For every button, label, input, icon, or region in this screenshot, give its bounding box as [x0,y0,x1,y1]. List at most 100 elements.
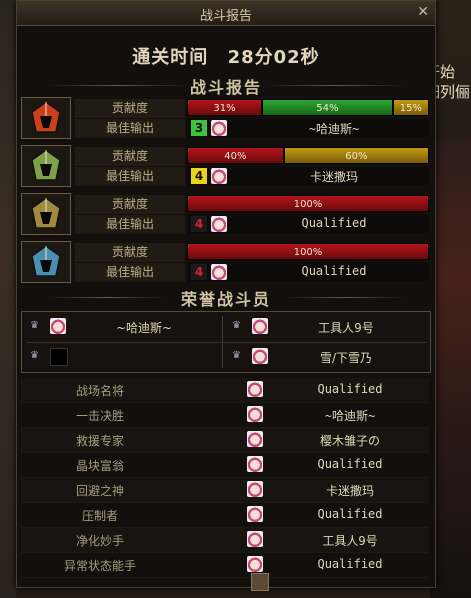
award-player-name: Qualified [317,557,383,571]
crown-icon: ♛ [232,350,241,361]
best-output: 4 Qualified [187,215,429,233]
award-player-name: ~哈迪斯~ [324,409,376,423]
contribution-segment: 54% [262,99,393,116]
best-output-name: 卡迷撒玛 [309,170,358,184]
award-player-name: 樱木雏子の [319,434,380,448]
contribution-label: 贡献度 [75,99,185,118]
award-row: 异常状态能手 Qualified [21,553,429,578]
clear-time-label: 通关时间 [132,47,209,68]
awards-list: 战场名将 Qualified 一击决胜 ~哈迪斯~ 救援专家 樱木雏子の晶块富翁 Quali… [21,378,429,578]
award-title: 一击决胜 [75,409,124,423]
clear-time-value: 28分02秒 [227,47,320,68]
contribution-label: 贡献度 [75,243,185,262]
honor-name: 雪/下雪乃 [319,351,373,365]
best-output-label: 最佳输出 [75,263,185,282]
window-titlebar[interactable]: 战斗报告 ✕ [17,1,435,26]
award-title: 压制者 [81,509,118,523]
best-output: 3 ~哈迪斯~ [187,119,429,137]
best-output-label: 最佳输出 [75,215,185,234]
player-row: 贡献度 最佳输出 100% 4 Qualified [21,193,431,235]
award-player-name: 卡迷撒玛 [325,484,374,498]
award-row: 净化妙手 工具人9号 [21,528,429,553]
honor-slot[interactable]: ♛ 雪/下雪乃 [224,344,424,370]
gold-helmet-icon[interactable] [21,193,71,235]
award-player-name: Qualified [317,507,383,521]
contribution-segment: 40% [187,147,284,164]
contribution-segment: 15% [392,99,429,116]
honor-slot[interactable]: ♛ ~哈迪斯~ [22,314,222,340]
battle-report-heading: 战斗报告 [189,78,262,97]
scroll-handle-icon[interactable] [251,573,269,591]
avatar [252,318,268,334]
avatar [247,431,263,447]
award-title: 战场名将 [75,384,124,398]
contribution-segment: 60% [283,147,429,164]
contribution-bar: 40% 60% [187,147,429,164]
best-output-name: Qualified [301,216,367,230]
award-row: 一击决胜 ~哈迪斯~ [21,403,429,428]
award-title: 净化妙手 [75,534,124,548]
thorn-helmet-icon[interactable] [21,145,71,187]
award-player-name: Qualified [317,457,383,471]
best-output-label: 最佳输出 [75,167,185,186]
rank-badge: 4 [191,168,207,184]
background-character [430,140,471,598]
avatar [50,318,66,334]
player-row: 贡献度 最佳输出 100% 4 Qualified [21,241,431,283]
contribution-bar: 100% [187,243,429,260]
contribution-label: 贡献度 [75,195,185,214]
crown-icon: ♛ [232,320,241,331]
avatar [211,120,227,136]
best-output-label: 最佳输出 [75,119,185,138]
award-title: 回避之神 [75,484,124,498]
award-player-name: 工具人9号 [322,534,378,548]
ice-helmet-icon[interactable] [21,241,71,283]
contribution-bar: 31% 54% 15% [187,99,429,116]
avatar [247,381,263,397]
rank-badge: 3 [191,120,207,136]
award-row: 回避之神 卡迷撒玛 [21,478,429,503]
best-output-name: ~哈迪斯~ [308,122,360,136]
avatar [247,506,263,522]
honor-row-divider [26,342,426,343]
award-title: 晶块富翁 [75,459,124,473]
award-row: 晶块富翁 Qualified [21,453,429,478]
avatar [211,264,227,280]
battle-report-window: 战斗报告 ✕ 通关时间 28分02秒 战斗报告 贡献度 最佳输出 31% 54% 15%… [16,0,436,591]
avatar [247,456,263,472]
honor-name: ~哈迪斯~ [115,321,173,335]
honor-slot[interactable]: ♛ 工具人9号 [224,314,424,340]
award-row: 救援专家 樱木雏子の [21,428,429,453]
honor-heading: 荣誉战斗员 [180,290,271,309]
left-scene-edge [0,0,16,598]
player-row: 贡献度 最佳输出 40% 60% 4 卡迷撒玛 [21,145,431,187]
contribution-segment: 100% [187,243,429,260]
flame-helmet-icon[interactable] [21,97,71,139]
honor-panel: ♛ ~哈迪斯~ ♛ 工具人9号 ♛ ♛ 雪/下雪乃 [21,311,431,373]
empty-avatar [50,348,68,366]
window-title: 战斗报告 [199,9,252,24]
avatar [247,556,263,572]
avatar [247,481,263,497]
contribution-label: 贡献度 [75,147,185,166]
clear-time: 通关时间 28分02秒 [17,43,435,69]
rank-badge: 4 [191,264,207,280]
honor-name: 工具人9号 [318,321,374,335]
contribution-segment: 100% [187,195,429,212]
best-output-name: Qualified [301,264,367,278]
rank-badge: 4 [191,216,207,232]
player-row: 贡献度 最佳输出 31% 54% 15% 3 ~哈迪斯~ [21,97,431,139]
avatar [252,348,268,364]
crown-icon: ♛ [30,320,39,331]
avatar [211,168,227,184]
avatar [247,406,263,422]
avatar [247,531,263,547]
award-row: 战场名将 Qualified [21,378,429,403]
close-icon[interactable]: ✕ [417,4,429,20]
award-player-name: Qualified [317,382,383,396]
avatar [211,216,227,232]
honor-slot[interactable]: ♛ [22,344,222,370]
best-output: 4 卡迷撒玛 [187,167,429,185]
contribution-segment: 31% [187,99,263,116]
crown-icon: ♛ [30,350,39,361]
